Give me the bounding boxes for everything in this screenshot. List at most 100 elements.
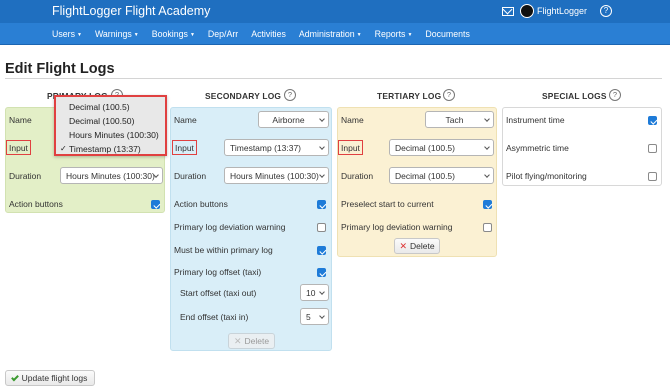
user-name[interactable]: FlightLogger [537,6,587,16]
primary-input-dropdown[interactable]: Decimal (100.5) Decimal (100.50) Hours M… [54,95,167,156]
secondary-input-value: Timestamp (13:37) [230,143,302,153]
tertiary-help-icon[interactable]: ? [443,89,455,101]
instrument-time-label: Instrument time [506,115,565,125]
chevron-down-icon: ▼ [133,32,139,38]
brand-title[interactable]: FlightLogger Flight Academy [52,4,210,18]
primary-duration-value: Hours Minutes (100:30) [66,171,155,181]
avatar-icon[interactable] [519,4,534,18]
chevron-down-icon: ▼ [407,32,413,38]
chevron-down-icon [484,172,490,178]
primary-name-label: Name [9,115,32,125]
pilot-flying-label: Pilot flying/monitoring [506,171,587,181]
nav-administration[interactable]: Administration ▼ [299,29,362,39]
end-offset-value: 5 [306,312,311,322]
secondary-deviation-label: Primary log deviation warning [174,222,286,232]
tertiary-log-panel: Name Tach Input Decimal (100.5) Duration… [337,107,497,257]
pilot-flying-checkbox[interactable] [648,172,657,181]
special-help-icon[interactable]: ? [609,89,621,101]
nav-users[interactable]: Users ▼ [52,29,82,39]
secondary-offset-checkbox[interactable] [317,268,326,277]
tertiary-duration-select[interactable]: Decimal (100.5) [389,167,494,184]
mail-icon[interactable] [501,6,514,16]
tertiary-input-value: Decimal (100.5) [395,143,455,153]
option-label: Timestamp (13:37) [69,144,141,154]
special-logs-heading: SPECIAL LOGS [542,91,607,101]
secondary-input-label: Input [172,140,197,155]
dropdown-option-selected[interactable]: ✓ Timestamp (13:37) [56,144,165,154]
chevron-down-icon: ▼ [356,32,362,38]
page-title: Edit Flight Logs [5,61,115,77]
tertiary-duration-label: Duration [341,171,374,181]
nav-label: Activities [251,29,286,39]
nav-activities[interactable]: Activities [251,29,286,39]
delete-label: Delete [244,336,270,346]
asymmetric-time-checkbox[interactable] [648,144,657,153]
tertiary-preselect-checkbox[interactable] [483,200,492,209]
nav-reports[interactable]: Reports ▼ [375,29,413,39]
nav-items: Users ▼ Warnings ▼ Bookings ▼ Dep/Arr Activ… [52,29,483,39]
update-flight-logs-button[interactable]: Update flight logs [5,370,95,386]
special-logs-panel: Instrument time Asymmetric time Pilot fl… [502,107,662,186]
nav-bookings[interactable]: Bookings ▼ [152,29,195,39]
start-offset-label: Start offset (taxi out) [180,288,257,298]
nav-label: Reports [374,29,406,39]
tertiary-name-select[interactable]: Tach [425,111,494,128]
chevron-down-icon [319,289,325,295]
option-label: Hours Minutes (100:30) [69,130,159,140]
tertiary-input-label: Input [338,140,363,155]
help-icon[interactable]: ? [600,5,612,17]
tertiary-deviation-checkbox[interactable] [483,223,492,232]
main-nav: Users ▼ Warnings ▼ Bookings ▼ Dep/Arr Activ… [0,23,670,45]
top-right-actions: FlightLogger ? [501,4,612,18]
secondary-delete-button[interactable]: ✕ Delete [228,333,275,349]
option-label: Decimal (100.5) [69,102,130,112]
dropdown-option[interactable]: Decimal (100.50) [56,116,165,126]
secondary-duration-select[interactable]: Hours Minutes (100:30) [224,167,329,184]
primary-action-buttons-label: Action buttons [9,199,63,209]
chevron-down-icon: ▼ [189,32,195,38]
check-icon [10,373,19,381]
nav-label: Bookings [151,29,188,39]
primary-input-label: Input [6,140,31,155]
tertiary-deviation-label: Primary log deviation warning [341,222,453,232]
secondary-help-icon[interactable]: ? [284,89,296,101]
secondary-duration-value: Hours Minutes (100:30) [230,171,319,181]
close-icon: ✕ [233,335,242,346]
tertiary-preselect-label: Preselect start to current [341,199,434,209]
primary-duration-select[interactable]: Hours Minutes (100:30) [60,167,163,184]
title-divider [5,78,662,79]
secondary-offset-label: Primary log offset (taxi) [174,267,262,277]
nav-label: Administration [298,29,355,39]
secondary-input-select[interactable]: Timestamp (13:37) [224,139,329,156]
asymmetric-time-label: Asymmetric time [506,143,569,153]
tertiary-input-select[interactable]: Decimal (100.5) [389,139,494,156]
dropdown-option[interactable]: Hours Minutes (100:30) [56,130,165,140]
nav-label: Users [52,29,75,39]
tertiary-name-label: Name [341,115,364,125]
secondary-log-heading: SECONDARY LOG [205,91,282,101]
secondary-deviation-checkbox[interactable] [317,223,326,232]
nav-documents[interactable]: Documents [425,29,470,39]
chevron-down-icon [319,172,325,178]
primary-action-buttons-checkbox[interactable] [151,200,160,209]
nav-warnings[interactable]: Warnings ▼ [95,29,139,39]
chevron-down-icon [319,144,325,150]
nav-label: Documents [425,29,470,39]
secondary-duration-label: Duration [174,171,207,181]
dropdown-option[interactable]: Decimal (100.5) [56,102,165,112]
chevron-down-icon [319,116,325,122]
secondary-action-buttons-checkbox[interactable] [317,200,326,209]
end-offset-select[interactable]: 5 [300,308,329,325]
nav-dep-arr[interactable]: Dep/Arr [208,29,238,39]
start-offset-value: 10 [306,288,316,298]
secondary-within-checkbox[interactable] [317,246,326,255]
tertiary-delete-button[interactable]: ✕ Delete [394,238,440,254]
delete-label: Delete [409,241,435,251]
chevron-down-icon [319,313,325,319]
chevron-down-icon [484,116,490,122]
start-offset-select[interactable]: 10 [300,284,329,301]
secondary-name-select[interactable]: Airborne [258,111,329,128]
end-offset-label: End offset (taxi in) [180,312,249,322]
secondary-name-label: Name [174,115,197,125]
instrument-time-checkbox[interactable] [648,116,657,125]
